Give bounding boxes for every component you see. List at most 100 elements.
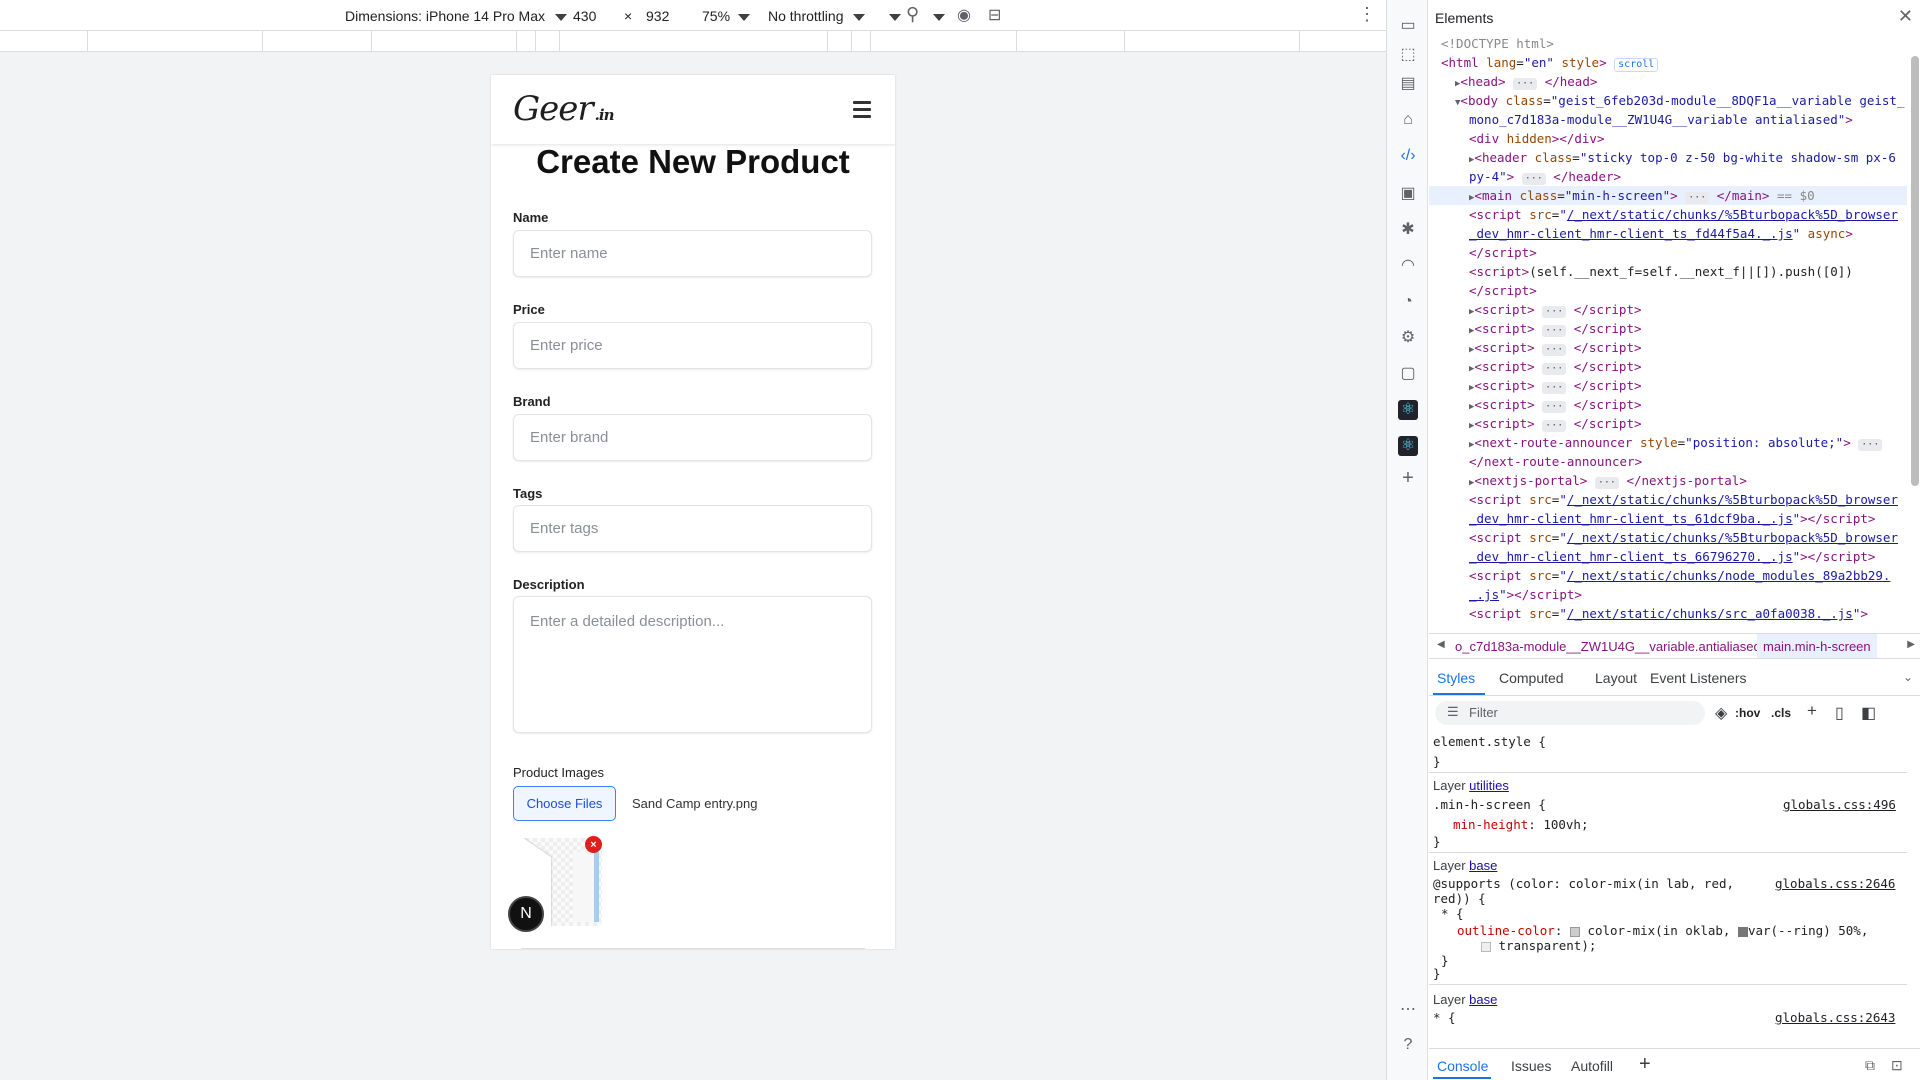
tab-event-listeners[interactable]: Event Listeners bbox=[1650, 670, 1747, 686]
ruler-segment[interactable] bbox=[559, 31, 560, 52]
dom-tree-node[interactable]: ▶<script> ··· </script> bbox=[1429, 357, 1907, 376]
tab-issues[interactable]: Issues bbox=[1511, 1058, 1551, 1074]
dom-tree-node[interactable]: ▶<main class="min-h-screen"> ··· </main>… bbox=[1429, 186, 1907, 205]
dom-tree-node[interactable]: <script src="/_next/static/chunks/src_a0… bbox=[1429, 604, 1907, 623]
dom-tree-node[interactable]: ▶<script> ··· </script> bbox=[1429, 338, 1907, 357]
layer-base-link[interactable]: base bbox=[1469, 858, 1497, 873]
element-style-selector[interactable]: element.style { bbox=[1433, 734, 1546, 749]
eyedropper-icon[interactable]: ⚲ bbox=[906, 4, 919, 25]
tab-computed[interactable]: Computed bbox=[1499, 670, 1564, 686]
device-mode-icon[interactable]: ▭ bbox=[1398, 16, 1418, 36]
dom-tree-node[interactable]: py-4"> ··· </header> bbox=[1429, 167, 1907, 186]
tab-styles[interactable]: Styles bbox=[1437, 670, 1475, 686]
options-dropdown[interactable] bbox=[933, 8, 945, 24]
tab-layout[interactable]: Layout bbox=[1595, 670, 1637, 686]
dock-icon[interactable]: ⧉ bbox=[1865, 1057, 1875, 1074]
brand-input[interactable]: Enter brand bbox=[513, 414, 872, 461]
min-height-declaration[interactable]: min-height: 100vh; bbox=[1453, 817, 1588, 832]
layers-icon[interactable]: ◈ bbox=[1715, 703, 1727, 723]
dom-tree-node[interactable]: ▶<nextjs-portal> ··· </nextjs-portal> bbox=[1429, 471, 1907, 490]
star-selector[interactable]: * { bbox=[1433, 1010, 1456, 1025]
styles-filter-input[interactable]: ☰ Filter bbox=[1435, 701, 1705, 725]
paint-icon[interactable]: ▯ bbox=[1835, 703, 1844, 723]
ruler-segment[interactable] bbox=[1299, 31, 1300, 52]
dom-tree-node[interactable]: ▶<script> ··· </script> bbox=[1429, 300, 1907, 319]
dom-tree-node[interactable]: ▶<script> ··· </script> bbox=[1429, 319, 1907, 338]
more-options-dropdown[interactable] bbox=[889, 8, 901, 24]
device-height-input[interactable]: 932 bbox=[646, 8, 669, 24]
close-icon[interactable]: ✕ bbox=[1898, 6, 1913, 27]
chevron-down-icon[interactable]: ⌄ bbox=[1903, 670, 1913, 684]
ruler-segment[interactable] bbox=[870, 31, 871, 52]
name-input[interactable]: Enter name bbox=[513, 230, 872, 277]
ruler-segment[interactable] bbox=[827, 31, 828, 52]
source-link[interactable]: globals.css:496 bbox=[1783, 797, 1896, 812]
add-panel-icon[interactable]: + bbox=[1398, 468, 1418, 488]
price-input[interactable]: Enter price bbox=[513, 322, 872, 369]
color-swatch[interactable] bbox=[1481, 941, 1491, 952]
dom-tree-node[interactable]: </next-route-announcer> bbox=[1429, 452, 1907, 471]
breadcrumb-body[interactable]: o_c7d183a-module__ZW1U4G__variable.antia… bbox=[1455, 639, 1761, 654]
breadcrumb-main[interactable]: main.min-h-screen bbox=[1757, 634, 1877, 658]
dom-tree-node[interactable]: <html lang="en" style> scroll bbox=[1429, 53, 1907, 72]
dom-tree-node[interactable]: </script> bbox=[1429, 243, 1907, 262]
source-link[interactable]: globals.css:2646 bbox=[1775, 876, 1895, 891]
dom-tree-node[interactable]: ▶<header class="sticky top-0 z-50 bg-whi… bbox=[1429, 148, 1907, 167]
source-link[interactable]: globals.css:2643 bbox=[1775, 1010, 1895, 1025]
dom-tree-node[interactable]: ▶<script> ··· </script> bbox=[1429, 414, 1907, 433]
dom-tree-node[interactable]: _dev_hmr-client_hmr-client_ts_fd44f5a4._… bbox=[1429, 224, 1907, 243]
add-tab-icon[interactable]: + bbox=[1639, 1053, 1651, 1076]
window-icon[interactable]: ▤ bbox=[1398, 74, 1418, 94]
choose-files-button[interactable]: Choose Files bbox=[513, 786, 616, 821]
console-icon[interactable]: ▣ bbox=[1398, 184, 1418, 204]
dom-tree-node[interactable]: <script src="/_next/static/chunks/node_m… bbox=[1429, 566, 1907, 585]
dom-tree-node[interactable]: <script src="/_next/static/chunks/%5Btur… bbox=[1429, 205, 1907, 224]
layer-base-link[interactable]: base bbox=[1469, 992, 1497, 1007]
dom-tree-node[interactable]: _.js"></script> bbox=[1429, 585, 1907, 604]
dom-tree-node[interactable]: mono_c7d183a-module__ZW1U4G__variable an… bbox=[1429, 110, 1907, 129]
react-components-icon[interactable]: ⚛ bbox=[1398, 400, 1418, 420]
ruler-segment[interactable] bbox=[516, 31, 517, 52]
zoom-select[interactable]: 75% bbox=[702, 8, 750, 24]
tab-console[interactable]: Console bbox=[1437, 1058, 1488, 1074]
dom-tree-node[interactable]: _dev_hmr-client_hmr-client_ts_61dcf9ba._… bbox=[1429, 509, 1907, 528]
more-icon[interactable]: ⋯ bbox=[1398, 1000, 1418, 1020]
device-width-input[interactable]: 430 bbox=[573, 8, 596, 24]
star-selector[interactable]: * { bbox=[1441, 906, 1464, 921]
dom-tree-node[interactable]: <script src="/_next/static/chunks/%5Btur… bbox=[1429, 528, 1907, 547]
ruler-segment[interactable] bbox=[87, 31, 88, 52]
rotate-icon[interactable]: ⊟ bbox=[988, 5, 1001, 25]
hov-toggle[interactable]: :hov bbox=[1735, 706, 1760, 720]
ruler-segment[interactable] bbox=[1016, 31, 1017, 52]
color-swatch[interactable] bbox=[1737, 926, 1748, 937]
dom-tree-node[interactable]: </script> bbox=[1429, 281, 1907, 300]
dom-tree-node[interactable]: ▶<script> ··· </script> bbox=[1429, 376, 1907, 395]
logo[interactable]: Geer .in bbox=[513, 89, 614, 129]
kebab-menu-icon[interactable]: ⋮ bbox=[1358, 4, 1376, 25]
new-rule-icon[interactable]: + bbox=[1807, 701, 1817, 721]
dom-tree-scrollbar[interactable] bbox=[1911, 56, 1919, 486]
dom-tree-node[interactable]: <script src="/_next/static/chunks/%5Btur… bbox=[1429, 490, 1907, 509]
ruler-segment[interactable] bbox=[262, 31, 263, 52]
ruler-segment[interactable] bbox=[535, 31, 536, 52]
performance-icon[interactable]: ◔ bbox=[1398, 292, 1418, 312]
dom-tree-node[interactable]: _dev_hmr-client_hmr-client_ts_66796270._… bbox=[1429, 547, 1907, 566]
bug-icon[interactable]: ✱ bbox=[1398, 220, 1418, 240]
outline-color-declaration[interactable]: outline-color: color-mix(in oklab, var(-… bbox=[1457, 923, 1868, 938]
inspect-icon[interactable]: ⬚ bbox=[1398, 45, 1418, 65]
chevron-right-icon[interactable]: ▶ bbox=[1907, 639, 1915, 650]
hamburger-menu-icon[interactable] bbox=[853, 101, 871, 118]
tab-autofill[interactable]: Autofill bbox=[1571, 1058, 1613, 1074]
cls-toggle[interactable]: .cls bbox=[1771, 706, 1791, 720]
undock-icon[interactable]: ⊡ bbox=[1891, 1057, 1903, 1074]
network-wifi-icon[interactable]: ◠ bbox=[1398, 256, 1418, 276]
min-h-screen-selector[interactable]: .min-h-screen { bbox=[1433, 797, 1546, 812]
home-icon[interactable]: ⌂ bbox=[1398, 110, 1418, 130]
ruler-segment[interactable] bbox=[371, 31, 372, 52]
settings-gear-icon[interactable]: ⚙ bbox=[1398, 328, 1418, 348]
eye-icon[interactable]: ◉ bbox=[957, 5, 971, 25]
remove-image-button[interactable]: × bbox=[585, 836, 602, 853]
tags-input[interactable]: Enter tags bbox=[513, 505, 872, 552]
help-icon[interactable]: ? bbox=[1398, 1035, 1418, 1055]
ruler-segment[interactable] bbox=[851, 31, 852, 52]
